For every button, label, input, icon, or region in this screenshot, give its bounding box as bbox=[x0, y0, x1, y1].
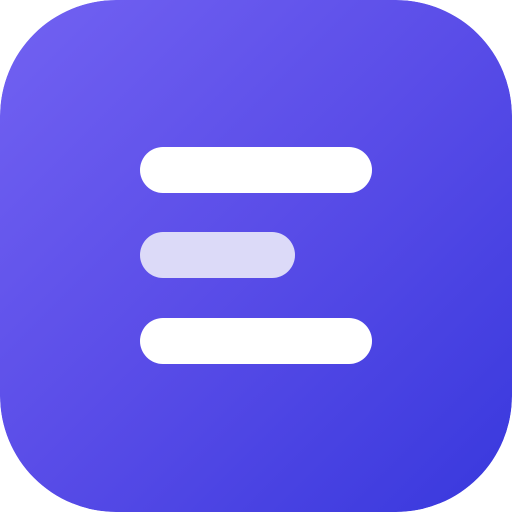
menu-lines-icon bbox=[0, 0, 512, 512]
icon-canvas bbox=[0, 0, 512, 512]
app-icon bbox=[0, 0, 512, 512]
middle-line bbox=[140, 232, 295, 278]
bottom-line bbox=[140, 318, 372, 364]
top-line bbox=[140, 147, 372, 193]
